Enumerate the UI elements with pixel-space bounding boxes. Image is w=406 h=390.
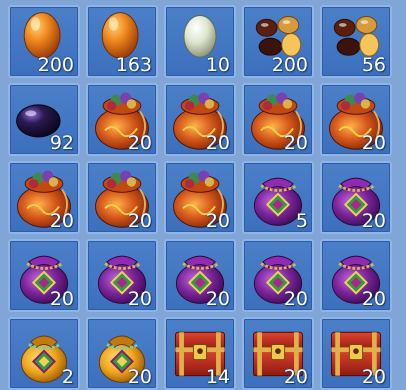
inventory-slot[interactable]: 20 xyxy=(320,83,392,156)
inventory-slot[interactable]: 2 xyxy=(8,317,80,390)
item-count: 20 xyxy=(361,210,386,232)
inventory-slot[interactable]: 10 xyxy=(164,5,236,78)
item-count: 20 xyxy=(361,366,386,388)
item-count: 20 xyxy=(283,132,308,154)
inventory-slot[interactable]: 20 xyxy=(86,317,158,390)
item-count: 20 xyxy=(205,210,230,232)
item-count: 14 xyxy=(205,366,230,388)
inventory-slot[interactable]: 14 xyxy=(164,317,236,390)
inventory-slot[interactable]: 20 xyxy=(242,317,314,390)
inventory-slot[interactable]: 20 xyxy=(86,239,158,312)
inventory-slot[interactable]: 20 xyxy=(242,83,314,156)
inventory-slot[interactable]: 20 xyxy=(320,161,392,234)
item-count: 200 xyxy=(37,54,74,76)
inventory-grid: 200 163 10 200 56 92 20 20 20 20 20 20 2… xyxy=(8,5,392,390)
inventory-slot[interactable]: 92 xyxy=(8,83,80,156)
item-count: 20 xyxy=(283,366,308,388)
item-count: 20 xyxy=(283,288,308,310)
item-count: 163 xyxy=(115,54,152,76)
item-count: 20 xyxy=(361,132,386,154)
item-count: 20 xyxy=(205,288,230,310)
inventory-slot[interactable]: 20 xyxy=(320,317,392,390)
inventory-slot[interactable]: 20 xyxy=(164,161,236,234)
item-count: 56 xyxy=(361,54,386,76)
inventory-slot[interactable]: 5 xyxy=(242,161,314,234)
item-count: 20 xyxy=(49,288,74,310)
item-count: 20 xyxy=(127,132,152,154)
item-count: 5 xyxy=(295,210,308,232)
item-count: 20 xyxy=(49,210,74,232)
inventory-slot[interactable]: 20 xyxy=(86,83,158,156)
inventory-slot[interactable]: 56 xyxy=(320,5,392,78)
item-count: 92 xyxy=(49,132,74,154)
item-count: 20 xyxy=(127,366,152,388)
inventory-slot[interactable]: 163 xyxy=(86,5,158,78)
item-count: 2 xyxy=(61,366,74,388)
inventory-slot[interactable]: 20 xyxy=(8,161,80,234)
inventory-slot[interactable]: 20 xyxy=(320,239,392,312)
inventory-slot[interactable]: 20 xyxy=(164,83,236,156)
inventory-slot[interactable]: 20 xyxy=(164,239,236,312)
inventory-slot[interactable]: 200 xyxy=(8,5,80,78)
inventory-slot[interactable]: 200 xyxy=(242,5,314,78)
inventory-slot[interactable]: 20 xyxy=(86,161,158,234)
item-count: 20 xyxy=(127,210,152,232)
item-count: 200 xyxy=(271,54,308,76)
item-count: 20 xyxy=(205,132,230,154)
item-count: 10 xyxy=(205,54,230,76)
inventory-slot[interactable]: 20 xyxy=(8,239,80,312)
item-count: 20 xyxy=(361,288,386,310)
inventory-slot[interactable]: 20 xyxy=(242,239,314,312)
item-count: 20 xyxy=(127,288,152,310)
